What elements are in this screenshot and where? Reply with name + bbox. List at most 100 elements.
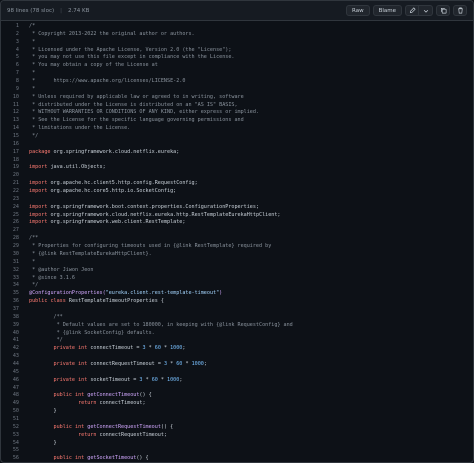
line-text: * — [29, 258, 36, 265]
line-number[interactable]: 36 — [1, 298, 19, 306]
pencil-icon[interactable] — [405, 5, 419, 16]
line-number[interactable]: 9 — [1, 86, 19, 94]
line-number[interactable]: 5 — [1, 54, 19, 62]
code-line: 45 — [1, 369, 473, 377]
line-number[interactable]: 28 — [1, 235, 19, 243]
line-number[interactable]: 53 — [1, 432, 19, 440]
line-number[interactable]: 30 — [1, 251, 19, 259]
line-number[interactable]: 54 — [1, 440, 19, 448]
line-number[interactable]: 29 — [1, 243, 19, 251]
line-number[interactable]: 56 — [1, 455, 19, 462]
line-number[interactable]: 23 — [1, 196, 19, 204]
code-line: 15 */ — [1, 133, 473, 141]
line-number[interactable]: 34 — [1, 282, 19, 290]
line-number[interactable]: 32 — [1, 267, 19, 275]
line-text: return connectRequestTimeout; — [29, 432, 167, 440]
code-line: 41 */ — [1, 337, 473, 345]
code-token: 1000 — [191, 360, 204, 367]
code-line: 50 } — [1, 408, 473, 416]
line-number[interactable]: 52 — [1, 424, 19, 432]
line-number[interactable]: 33 — [1, 275, 19, 283]
line-number[interactable]: 44 — [1, 361, 19, 369]
line-number[interactable]: 18 — [1, 157, 19, 165]
line-number[interactable]: 41 — [1, 337, 19, 345]
line-number[interactable]: 16 — [1, 141, 19, 149]
line-number[interactable]: 39 — [1, 322, 19, 330]
line-text: package org.springframework.cloud.netfli… — [29, 149, 179, 157]
line-number[interactable]: 50 — [1, 408, 19, 416]
line-number[interactable]: 6 — [1, 62, 19, 70]
line-number[interactable]: 14 — [1, 125, 19, 133]
line-number[interactable]: 47 — [1, 385, 19, 393]
line-number[interactable]: 27 — [1, 227, 19, 235]
line-text: import org.springframework.cloud.netflix… — [29, 212, 280, 220]
line-number[interactable]: 13 — [1, 117, 19, 125]
line-number[interactable]: 22 — [1, 188, 19, 196]
line-number[interactable]: 48 — [1, 392, 19, 400]
line-number[interactable]: 42 — [1, 345, 19, 353]
line-number[interactable]: 17 — [1, 149, 19, 157]
line-number[interactable]: 24 — [1, 204, 19, 212]
line-number[interactable]: 43 — [1, 353, 19, 361]
code-line: 48 public int getConnectTimeout() { — [1, 392, 473, 400]
code-line: 8 * https://www.apache.org/licenses/LICE… — [1, 78, 473, 86]
line-number[interactable]: 15 — [1, 133, 19, 141]
blame-button[interactable]: Blame — [372, 5, 402, 16]
line-number[interactable]: 55 — [1, 447, 19, 455]
code-token: * — [182, 360, 192, 367]
line-number[interactable]: 25 — [1, 212, 19, 220]
line-number[interactable]: 51 — [1, 416, 19, 424]
code-line: 54 } — [1, 440, 473, 448]
code-line: 44 private int connectRequestTimeout = 3… — [1, 361, 473, 369]
code-token: getConnectTimeout — [87, 392, 140, 399]
line-number[interactable]: 37 — [1, 306, 19, 314]
line-text: import org.springframework.boot.context.… — [29, 204, 259, 212]
code-line: 14 * limitations under the License. — [1, 125, 473, 133]
line-number[interactable]: 45 — [1, 369, 19, 377]
line-text: } — [29, 408, 57, 415]
code-token: public int — [29, 455, 85, 462]
chevron-down-icon[interactable] — [419, 5, 433, 16]
trash-icon[interactable] — [453, 5, 467, 16]
line-text: import java.util.Objects; — [29, 164, 106, 172]
code-token: private int — [29, 345, 88, 352]
line-text: * Default values are set to 180000, in k… — [29, 321, 293, 328]
line-number[interactable]: 12 — [1, 109, 19, 117]
raw-button[interactable]: Raw — [346, 5, 370, 16]
code-line: 53 return connectRequestTimeout; — [1, 432, 473, 440]
line-number[interactable]: 8 — [1, 78, 19, 86]
code-line: 4 * Licensed under the Apache License, V… — [1, 47, 473, 55]
line-number[interactable]: 2 — [1, 31, 19, 39]
code-token: connectTimeout; — [96, 400, 146, 407]
line-number[interactable]: 10 — [1, 94, 19, 102]
line-text: * — [29, 85, 36, 92]
line-count: 98 lines (78 sloc) — [7, 7, 55, 14]
line-number[interactable]: 46 — [1, 377, 19, 385]
line-number[interactable]: 40 — [1, 330, 19, 338]
code-token: ) — [219, 290, 223, 297]
line-number[interactable]: 19 — [1, 164, 19, 172]
line-text: public int getSocketTimeout() { — [29, 455, 149, 462]
line-number[interactable]: 1 — [1, 23, 19, 31]
line-number[interactable]: 7 — [1, 70, 19, 78]
line-text: import org.apache.hc.core5.http.io.Socke… — [29, 188, 176, 196]
line-number[interactable]: 31 — [1, 259, 19, 267]
line-number[interactable]: 20 — [1, 172, 19, 180]
line-number[interactable]: 3 — [1, 39, 19, 47]
code-token: @ConfigurationProperties( — [29, 290, 106, 297]
line-text: * Unless required by applicable law or a… — [29, 93, 244, 100]
line-number[interactable]: 35 — [1, 290, 19, 298]
code-token: public int — [29, 423, 85, 430]
line-text: public class RestTemplateTimeoutProperti… — [29, 298, 164, 306]
line-number[interactable]: 4 — [1, 47, 19, 55]
code-line: 10 * Unless required by applicable law o… — [1, 94, 473, 102]
line-number[interactable]: 11 — [1, 102, 19, 110]
line-number[interactable]: 21 — [1, 180, 19, 188]
code-line: 17 package org.springframework.cloud.netf… — [1, 149, 473, 157]
line-number[interactable]: 38 — [1, 314, 19, 322]
copy-icon[interactable] — [436, 5, 450, 16]
line-number[interactable]: 49 — [1, 400, 19, 408]
code-line: 37 — [1, 306, 473, 314]
line-number[interactable]: 26 — [1, 219, 19, 227]
code-line: 24 import org.springframework.boot.contex… — [1, 204, 473, 212]
